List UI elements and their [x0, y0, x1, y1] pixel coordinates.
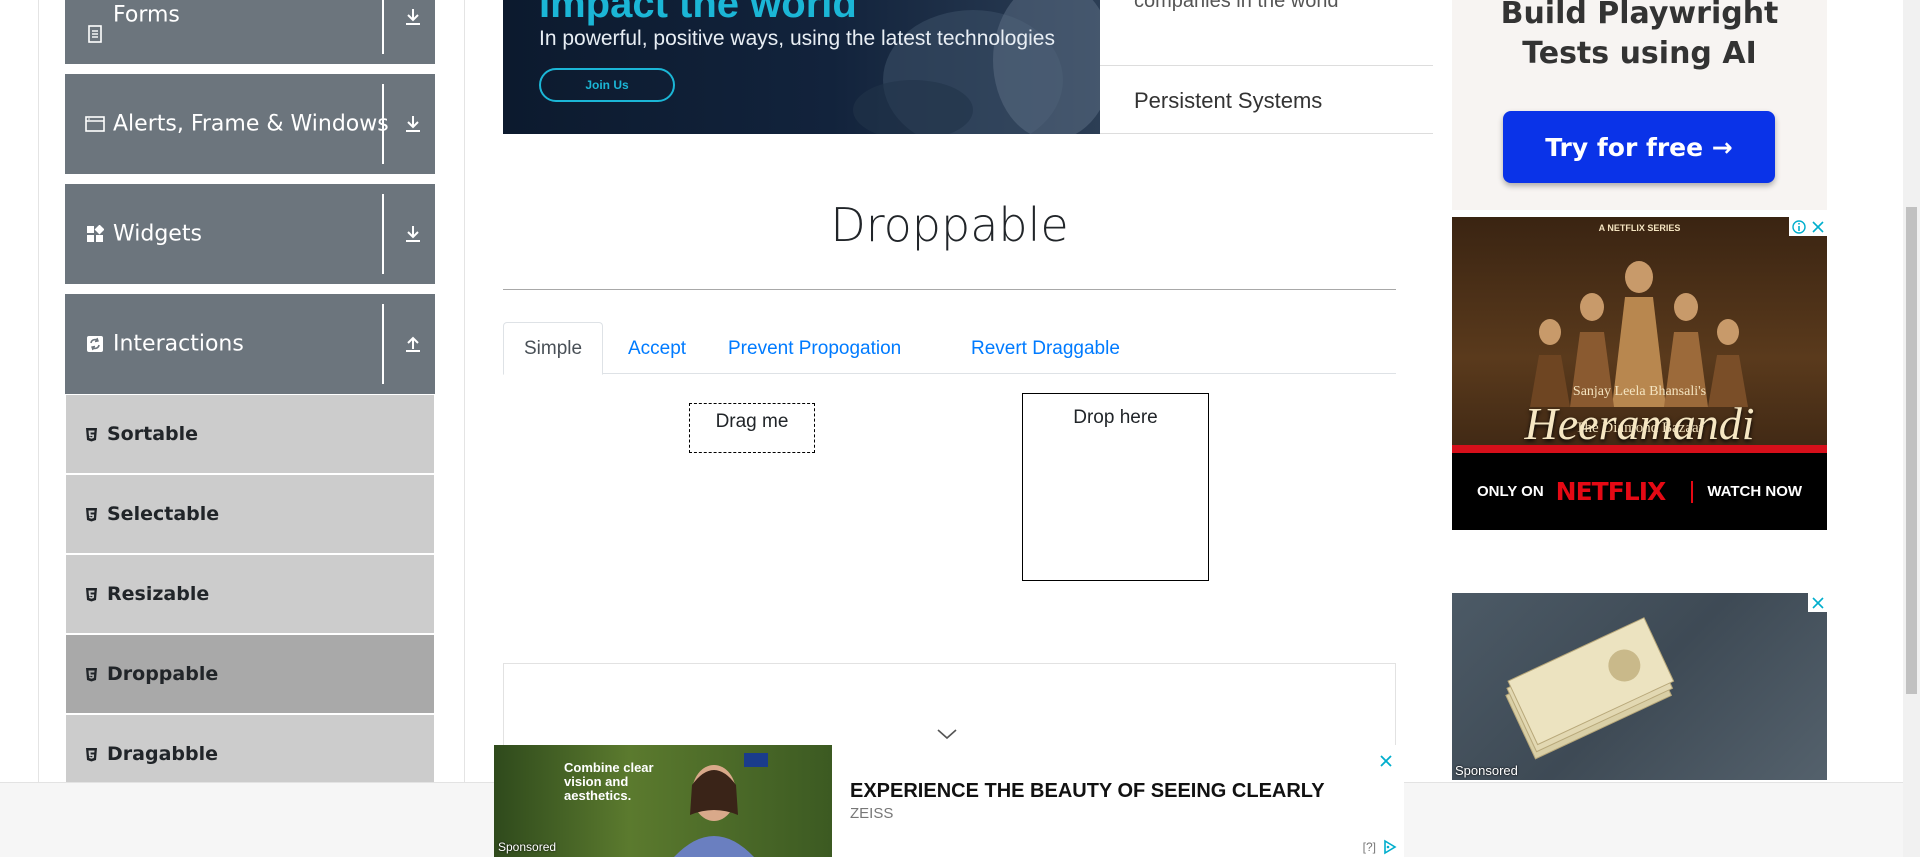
sponsored-label: Sponsored: [498, 840, 557, 854]
html5-icon: [83, 746, 99, 762]
download-icon[interactable]: [399, 110, 427, 138]
left-sidebar: Forms Alerts, Frame & Windows Widgets In…: [38, 0, 465, 793]
netflix-ad[interactable]: A NETFLIX SERIES Sanjay Leela Bhansali's…: [1452, 217, 1827, 530]
widgets-icon: [85, 224, 105, 244]
ad-show-subtitle: The Diamond Bazaar: [1575, 420, 1704, 436]
scrollbar-thumb[interactable]: [1906, 207, 1917, 694]
ad-side-text: companies in the world: [1134, 0, 1339, 12]
html5-icon: [83, 666, 99, 682]
html5-icon: [83, 586, 99, 602]
chevron-down-icon[interactable]: [936, 726, 958, 742]
ad-subtitle: In powerful, positive ways, using the la…: [539, 27, 1055, 50]
top-banner-ad[interactable]: Impact the world In powerful, positive w…: [503, 0, 1100, 134]
ad-headline: Impact the world: [539, 0, 857, 26]
close-icon[interactable]: [1808, 593, 1827, 612]
zeiss-logo: [744, 753, 768, 767]
sidebar-item-resizable[interactable]: Resizable: [66, 555, 434, 633]
sidebar-item-label: Resizable: [107, 583, 210, 605]
sidebar-group-widgets[interactable]: Widgets: [65, 184, 435, 284]
title-divider: [503, 289, 1396, 290]
html5-icon: [83, 506, 99, 522]
sidebar-group-alerts[interactable]: Alerts, Frame & Windows: [65, 74, 435, 174]
info-icon[interactable]: [1789, 217, 1808, 236]
sidebar-item-label: Sortable: [107, 423, 199, 445]
adchoices-icon[interactable]: [1382, 839, 1398, 855]
droppable-target[interactable]: Drop here: [1022, 393, 1209, 581]
tab-prevent-propogation[interactable]: Prevent Propogation: [708, 322, 921, 375]
document-icon: [85, 24, 105, 44]
top-ad-side-panel[interactable]: companies in the world Persistent System…: [1100, 0, 1433, 134]
close-icon[interactable]: [1808, 217, 1827, 236]
ad-image-text: Combine clear vision and aesthetics.: [564, 760, 654, 803]
divider: [1100, 65, 1433, 66]
ad-cast-image: [1530, 261, 1748, 407]
tab-simple[interactable]: Simple: [503, 322, 604, 375]
drop-label: Drop here: [1073, 407, 1158, 428]
sidebar-group-divider: [382, 0, 384, 54]
ad-money-image: [1505, 617, 1675, 760]
page-title: Droppable: [830, 198, 1069, 252]
sidebar-group-label: Alerts, Frame & Windows: [113, 111, 389, 137]
ad-red-stripe: [1452, 445, 1827, 453]
sidebar-item-label: Dragabble: [107, 743, 218, 765]
interactions-icon: [85, 334, 105, 354]
divider: [1691, 480, 1694, 503]
atm-ad[interactable]: Sponsored: [1452, 593, 1827, 780]
upload-icon[interactable]: [399, 330, 427, 358]
html5-icon: [83, 426, 99, 442]
playwright-ad[interactable]: Build Playwright Tests using AI Try for …: [1452, 0, 1827, 210]
ad-company-name: Persistent Systems: [1134, 88, 1323, 113]
ad-image: Combine clear vision and aesthetics. Spo…: [494, 745, 832, 857]
sidebar-group-divider: [382, 84, 384, 164]
sidebar-group-label: Forms: [113, 2, 180, 28]
ad-brand: ZEISS: [850, 805, 894, 822]
sidebar-item-label: Droppable: [107, 663, 219, 685]
try-for-free-button[interactable]: Try for free →: [1503, 111, 1775, 183]
ad-people-image: [853, 0, 1100, 134]
ad-title: Build Playwright Tests using AI: [1500, 0, 1779, 71]
sidebar-group-forms[interactable]: Forms: [65, 0, 435, 64]
sidebar-group-divider: [382, 194, 384, 274]
download-icon[interactable]: [399, 3, 427, 31]
watch-now-label[interactable]: WATCH NOW: [1707, 483, 1802, 500]
sidebar-group-label: Widgets: [113, 221, 202, 247]
close-icon[interactable]: [1378, 753, 1394, 769]
ad-headline: EXPERIENCE THE BEAUTY OF SEEING CLEARLY: [850, 780, 1325, 802]
page-root: Forms Alerts, Frame & Windows Widgets In…: [0, 0, 1920, 857]
sponsored-label: Sponsored: [1455, 763, 1518, 778]
sidebar-group-label: Interactions: [113, 331, 244, 357]
download-icon[interactable]: [399, 220, 427, 248]
bottom-ad[interactable]: Combine clear vision and aesthetics. Spo…: [494, 745, 1404, 857]
sidebar-item-label: Selectable: [107, 503, 220, 525]
tab-accept[interactable]: Accept: [608, 322, 706, 375]
tab-revert-draggable[interactable]: Revert Draggable: [951, 322, 1140, 375]
only-on-label: ONLY ON: [1476, 483, 1544, 500]
window-icon: [85, 114, 105, 134]
sidebar-item-sortable[interactable]: Sortable: [66, 395, 434, 473]
sidebar-group-interactions[interactable]: Interactions: [65, 294, 435, 394]
ad-series-label: A NETFLIX SERIES: [1598, 223, 1681, 233]
sidebar-item-selectable[interactable]: Selectable: [66, 475, 434, 553]
sidebar-item-droppable[interactable]: Droppable: [66, 635, 434, 713]
ad-person-image: [674, 765, 754, 857]
join-us-button[interactable]: Join Us: [539, 68, 675, 102]
vertical-scrollbar[interactable]: [1903, 0, 1920, 857]
draggable-box[interactable]: Drag me: [689, 403, 815, 453]
tab-bar: Simple Accept Prevent Propogation Revert…: [503, 322, 1396, 375]
ad-cta-bar: ONLY ON NETFLIX WATCH NOW: [1452, 453, 1827, 530]
sidebar-group-divider: [382, 304, 384, 384]
netflix-logo: NETFLIX: [1555, 477, 1667, 506]
ad-help-link[interactable]: [?]: [1363, 840, 1376, 854]
